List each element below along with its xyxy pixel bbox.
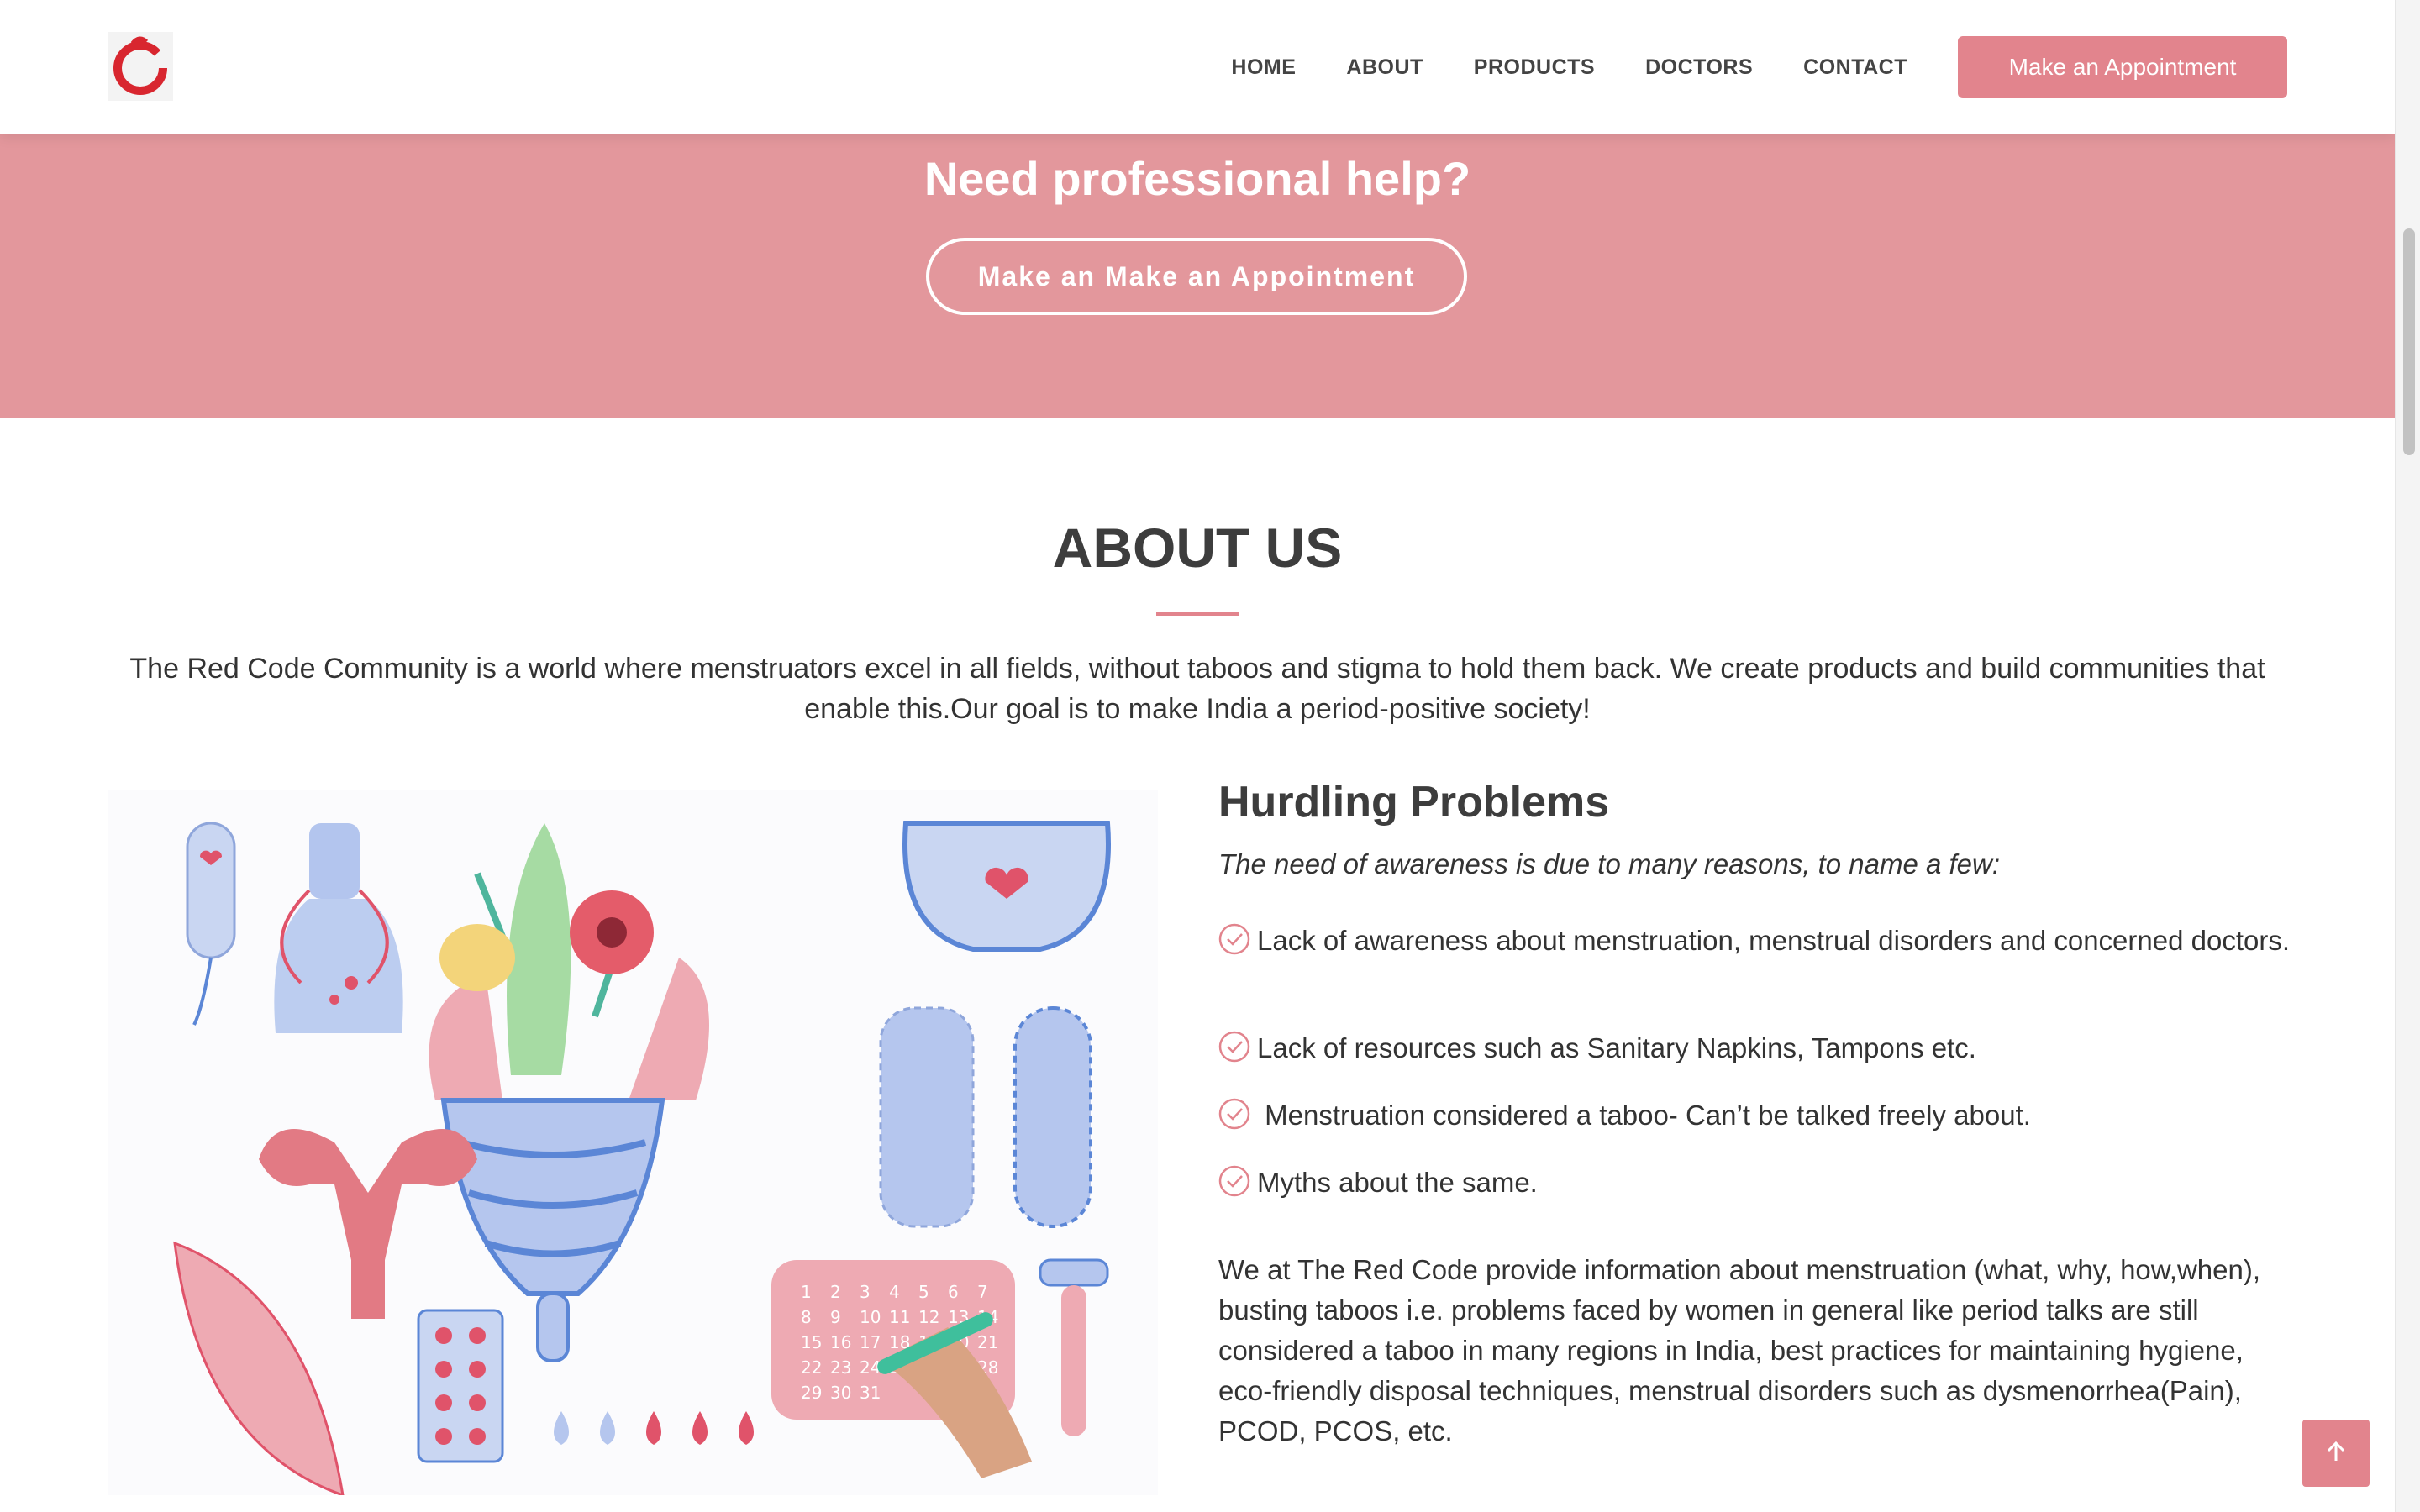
hurdling-problems-subtitle: The need of awareness is due to many rea…	[1218, 848, 2001, 879]
check-circle-icon	[1218, 1098, 1250, 1130]
problem-item: Myths about the same.	[1218, 1161, 2311, 1204]
calendar-day: 16	[830, 1332, 851, 1352]
uterus-illustration	[259, 1129, 477, 1319]
site-logo[interactable]	[108, 32, 173, 101]
calendar-day: 3	[860, 1282, 871, 1302]
calendar-day: 31	[860, 1383, 881, 1403]
check-circle-icon	[1218, 923, 1250, 955]
calendar-day: 29	[801, 1383, 822, 1403]
pouch-illustration	[274, 823, 403, 1033]
menstrual-products-illustration: 1 2 3 4 5 6 7 8 9 10 11 12 13 14 15 16 1	[108, 790, 1158, 1498]
calendar-day: 23	[830, 1357, 851, 1378]
problem-item-text: Lack of awareness about menstruation, me…	[1257, 925, 2291, 956]
calendar-day: 5	[918, 1282, 929, 1302]
calendar-day: 17	[860, 1332, 881, 1352]
calendar-day: 22	[801, 1357, 822, 1378]
calendar-day: 2	[830, 1282, 841, 1302]
banner-title: Need professional help?	[923, 152, 1471, 205]
header-appointment-button[interactable]: Make an Appointment	[1958, 36, 2287, 98]
problem-item-text: Lack of resources such as Sanitary Napki…	[1257, 1032, 1976, 1063]
main-nav: HOME ABOUT PRODUCTS DOCTORS CONTACT Make…	[1231, 0, 2395, 134]
tampon-illustration	[186, 822, 236, 1026]
hurdling-problems-title: Hurdling Problems	[1218, 778, 1610, 827]
calendar-day: 6	[948, 1282, 959, 1302]
calendar-day: 9	[830, 1307, 841, 1327]
nav-products[interactable]: PRODUCTS	[1474, 55, 1595, 80]
nav-doctors[interactable]: DOCTORS	[1645, 55, 1753, 80]
razor-illustration	[1039, 1258, 1109, 1436]
calendar-day: 7	[977, 1282, 988, 1302]
problem-item: Menstruation considered a taboo- Can’t b…	[1218, 1094, 2311, 1137]
leaf-illustration	[173, 1241, 345, 1498]
sanitary-pads-illustration	[879, 1006, 1092, 1228]
help-banner: Need professional help? Make an Make an …	[0, 134, 2395, 418]
back-to-top-button[interactable]	[2302, 1420, 2370, 1487]
scrollbar-thumb[interactable]	[2403, 228, 2415, 455]
menstrual-cup-bouquet	[429, 823, 709, 1362]
calendar-day: 30	[830, 1383, 851, 1403]
pill-pack-illustration	[417, 1309, 504, 1463]
calendar-day: 1	[801, 1282, 812, 1302]
problem-item-text: Myths about the same.	[1257, 1167, 1538, 1198]
calendar-day: 8	[801, 1307, 812, 1327]
calendar-day: 15	[801, 1332, 822, 1352]
calendar-day: 12	[918, 1307, 939, 1327]
check-circle-icon	[1218, 1165, 1250, 1197]
about-paragraph: We at The Red Code provide information a…	[1218, 1254, 2260, 1446]
arrow-up-icon	[2323, 1439, 2349, 1468]
nav-about[interactable]: ABOUT	[1346, 55, 1423, 80]
about-description: The Red Code Community is a world where …	[129, 653, 2265, 725]
about-title: ABOUT US	[1052, 517, 1343, 579]
nav-home[interactable]: HOME	[1231, 55, 1296, 80]
check-circle-icon	[1218, 1031, 1250, 1063]
problem-item: Lack of awareness about menstruation, me…	[1218, 919, 2311, 962]
page-scrollbar[interactable]	[2395, 0, 2420, 1512]
problem-item: Lack of resources such as Sanitary Napki…	[1218, 1026, 2311, 1069]
site-header: HOME ABOUT PRODUCTS DOCTORS CONTACT Make…	[0, 0, 2395, 134]
banner-appointment-button[interactable]: Make an Make an Appointment	[926, 238, 1467, 315]
nav-contact[interactable]: CONTACT	[1803, 55, 1907, 80]
page: HOME ABOUT PRODUCTS DOCTORS CONTACT Make…	[0, 0, 2395, 1512]
calendar-day: 21	[977, 1332, 998, 1352]
blood-drops-illustration	[554, 1411, 754, 1445]
calendar-day: 11	[889, 1307, 910, 1327]
title-underline	[1156, 612, 1239, 616]
calendar-day: 4	[889, 1282, 900, 1302]
problem-item-text: Menstruation considered a taboo- Can’t b…	[1257, 1100, 2031, 1131]
calendar-illustration: 1 2 3 4 5 6 7 8 9 10 11 12 13 14 15 16 1	[771, 1260, 1032, 1478]
period-underwear-illustration	[902, 821, 1111, 952]
calendar-day: 10	[860, 1307, 881, 1327]
